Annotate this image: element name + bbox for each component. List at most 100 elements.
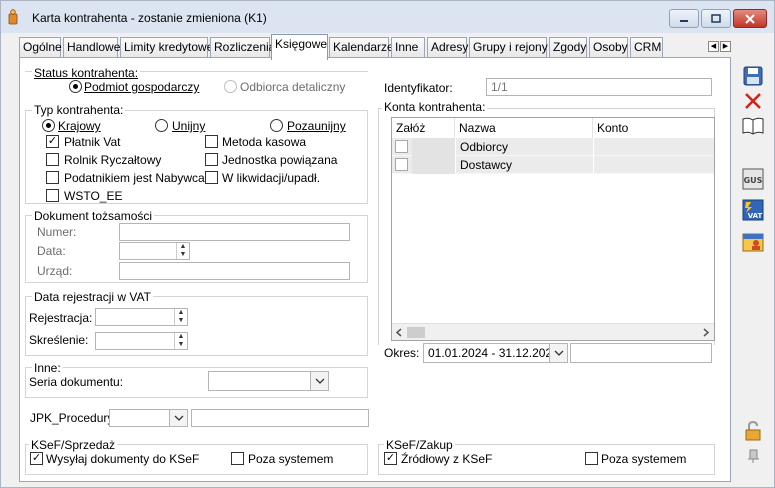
tab-zgody[interactable]: Zgody	[549, 37, 587, 58]
radio-krajowy[interactable]	[42, 119, 55, 132]
okres-extra-input[interactable]	[570, 343, 712, 363]
jpk-dropdown-arrow[interactable]	[169, 410, 187, 426]
seria-label: Seria dokumentu:	[29, 375, 124, 389]
tab-kalendarze[interactable]: Kalendarze	[329, 37, 394, 58]
checkbox-podatnikiem-jest-nabywca[interactable]	[46, 171, 59, 184]
ksef-sprzedaz-title: KSeF/Sprzedaż	[29, 438, 118, 452]
checkbox-zakup-poza-systemem[interactable]	[585, 452, 598, 465]
radio-pozaunijny[interactable]	[270, 119, 283, 132]
scroll-left-icon[interactable]	[395, 328, 403, 337]
tab-grupy-i-rejony[interactable]: Grupy i rejony	[469, 37, 548, 58]
vat-title: Data rejestracji w VAT	[32, 290, 153, 304]
contact-card-button[interactable]	[741, 230, 765, 254]
typ-title: Typ kontrahenta:	[32, 103, 126, 117]
radio-odbiorca-detaliczny	[224, 80, 237, 93]
col-konto[interactable]: Konto	[593, 118, 714, 138]
checkbox-wsto-ee-label: WSTO_EE	[64, 189, 123, 203]
row-filler	[412, 156, 455, 174]
konta-title: Konta kontrahenta:	[382, 100, 488, 114]
title-bar: Karta kontrahenta - zostanie zmieniona (…	[1, 1, 774, 33]
save-button[interactable]	[741, 64, 765, 88]
radio-krajowy-label: Krajowy	[58, 119, 101, 133]
minimize-icon	[680, 19, 688, 22]
checkbox-w-likwidacji[interactable]	[205, 171, 218, 184]
gus-button[interactable]: GUS	[741, 167, 765, 191]
checkbox-zrodlowy-z-ksef[interactable]: ✓	[384, 452, 397, 465]
scroll-thumb[interactable]	[407, 327, 425, 338]
vat-group	[25, 296, 368, 356]
checkbox-jednostka-powiazana-label: Jednostka powiązana	[222, 153, 338, 167]
table-row[interactable]: Dostawcy	[392, 156, 714, 174]
checkbox-wysylaj-do-ksef[interactable]: ✓	[30, 452, 43, 465]
numer-label: Numer:	[37, 225, 77, 239]
checkbox-w-likwidacji-label: W likwidacji/upadł.	[222, 171, 321, 185]
checkbox-podatnikiem-jest-nabywca-label: Podatnikiem jest Nabywca	[64, 171, 205, 185]
book-icon	[742, 117, 764, 135]
col-zaloz-konto[interactable]: Załóż konto	[392, 118, 455, 155]
okres-dropdown[interactable]: 01.01.2024 - 31.12.2024	[423, 343, 568, 363]
checkbox-rolnik-ryczaltowy[interactable]	[46, 153, 59, 166]
gus-text: GUS	[744, 176, 763, 185]
seria-dropdown-arrow[interactable]	[310, 372, 328, 390]
identyfikator-input[interactable]: 1/1	[486, 78, 712, 96]
table-row[interactable]: Odbiorcy	[392, 138, 714, 156]
okres-dropdown-arrow[interactable]	[549, 344, 567, 362]
window: Karta kontrahenta - zostanie zmieniona (…	[0, 0, 775, 488]
vat-button[interactable]: VAT	[741, 198, 765, 222]
table-horizontal-scrollbar[interactable]	[392, 323, 714, 340]
checkbox-metoda-kasowa[interactable]	[205, 135, 218, 148]
cancel-button[interactable]	[741, 89, 765, 113]
checkbox-sprzedaz-poza-systemem[interactable]	[231, 452, 244, 465]
tab-rozliczenia[interactable]: Rozliczenia	[210, 37, 275, 58]
okres-value: 01.01.2024 - 31.12.2024	[428, 346, 559, 360]
cancel-icon	[745, 93, 761, 109]
jpk-label: JPK_Procedury:	[30, 411, 117, 425]
row-konto	[593, 156, 714, 174]
skreslenie-spinner[interactable]: ▲ ▼	[174, 333, 187, 349]
tab-ogolne[interactable]: Ogólne	[19, 37, 62, 58]
chevron-down-icon	[174, 415, 183, 421]
scroll-right-icon[interactable]	[702, 328, 710, 337]
jpk-dropdown[interactable]	[109, 409, 188, 427]
urzad-input[interactable]	[119, 262, 350, 280]
checkbox-zrodlowy-z-ksef-label: Źródłowy z KSeF	[401, 452, 493, 466]
radio-podmiot-gospodarczy[interactable]	[69, 80, 82, 93]
checkbox-platnik-vat[interactable]: ✓	[46, 135, 59, 148]
skreslenie-label: Skreślenie:	[29, 333, 89, 347]
row-filler	[412, 138, 455, 156]
rejestracja-input[interactable]: ▲ ▼	[95, 308, 188, 326]
checkbox-jednostka-powiazana[interactable]	[205, 153, 218, 166]
row-konto	[593, 138, 714, 156]
checkbox-wsto-ee[interactable]	[46, 189, 59, 202]
contact-card-icon	[742, 233, 764, 252]
tab-ksiegowe[interactable]: Księgowe	[271, 34, 328, 60]
rejestracja-spinner[interactable]: ▲ ▼	[174, 309, 187, 325]
row-zaloz-konto-checkbox[interactable]	[395, 140, 408, 153]
lock-button[interactable]	[741, 419, 765, 443]
tab-inne[interactable]: Inne	[391, 37, 425, 58]
row-zaloz-konto-checkbox[interactable]	[395, 158, 408, 171]
book-button[interactable]	[741, 114, 765, 138]
data-spinner[interactable]: ▲ ▼	[176, 243, 189, 259]
tab-handlowe[interactable]: Handlowe	[63, 37, 120, 58]
pin-button[interactable]	[741, 444, 765, 468]
radio-odbiorca-detaliczny-label: Odbiorca detaliczny	[240, 80, 346, 94]
radio-unijny[interactable]	[155, 119, 168, 132]
maximize-button[interactable]	[701, 9, 731, 28]
tab-osoby[interactable]: Osoby	[589, 37, 628, 58]
seria-dropdown[interactable]	[208, 371, 329, 391]
close-window-button[interactable]	[733, 9, 767, 28]
col-nazwa[interactable]: Nazwa	[455, 118, 593, 138]
skreslenie-input[interactable]: ▲ ▼	[95, 332, 188, 350]
tab-adresy[interactable]: Adresy	[427, 37, 468, 58]
tab-scroll-right-button[interactable]: ▶	[720, 41, 731, 52]
data-input[interactable]: ▲ ▼	[119, 242, 190, 260]
minimize-button[interactable]	[669, 9, 699, 28]
tab-crm[interactable]: CRM	[630, 37, 663, 58]
jpk-input[interactable]	[191, 409, 369, 427]
urzad-label: Urząd:	[37, 264, 73, 278]
tab-scroll-left-button[interactable]: ◀	[708, 41, 719, 52]
tab-limity-kredytowe[interactable]: Limity kredytowe	[120, 37, 213, 58]
numer-input[interactable]	[119, 223, 350, 241]
radio-pozaunijny-label: Pozaunijny	[287, 119, 346, 133]
